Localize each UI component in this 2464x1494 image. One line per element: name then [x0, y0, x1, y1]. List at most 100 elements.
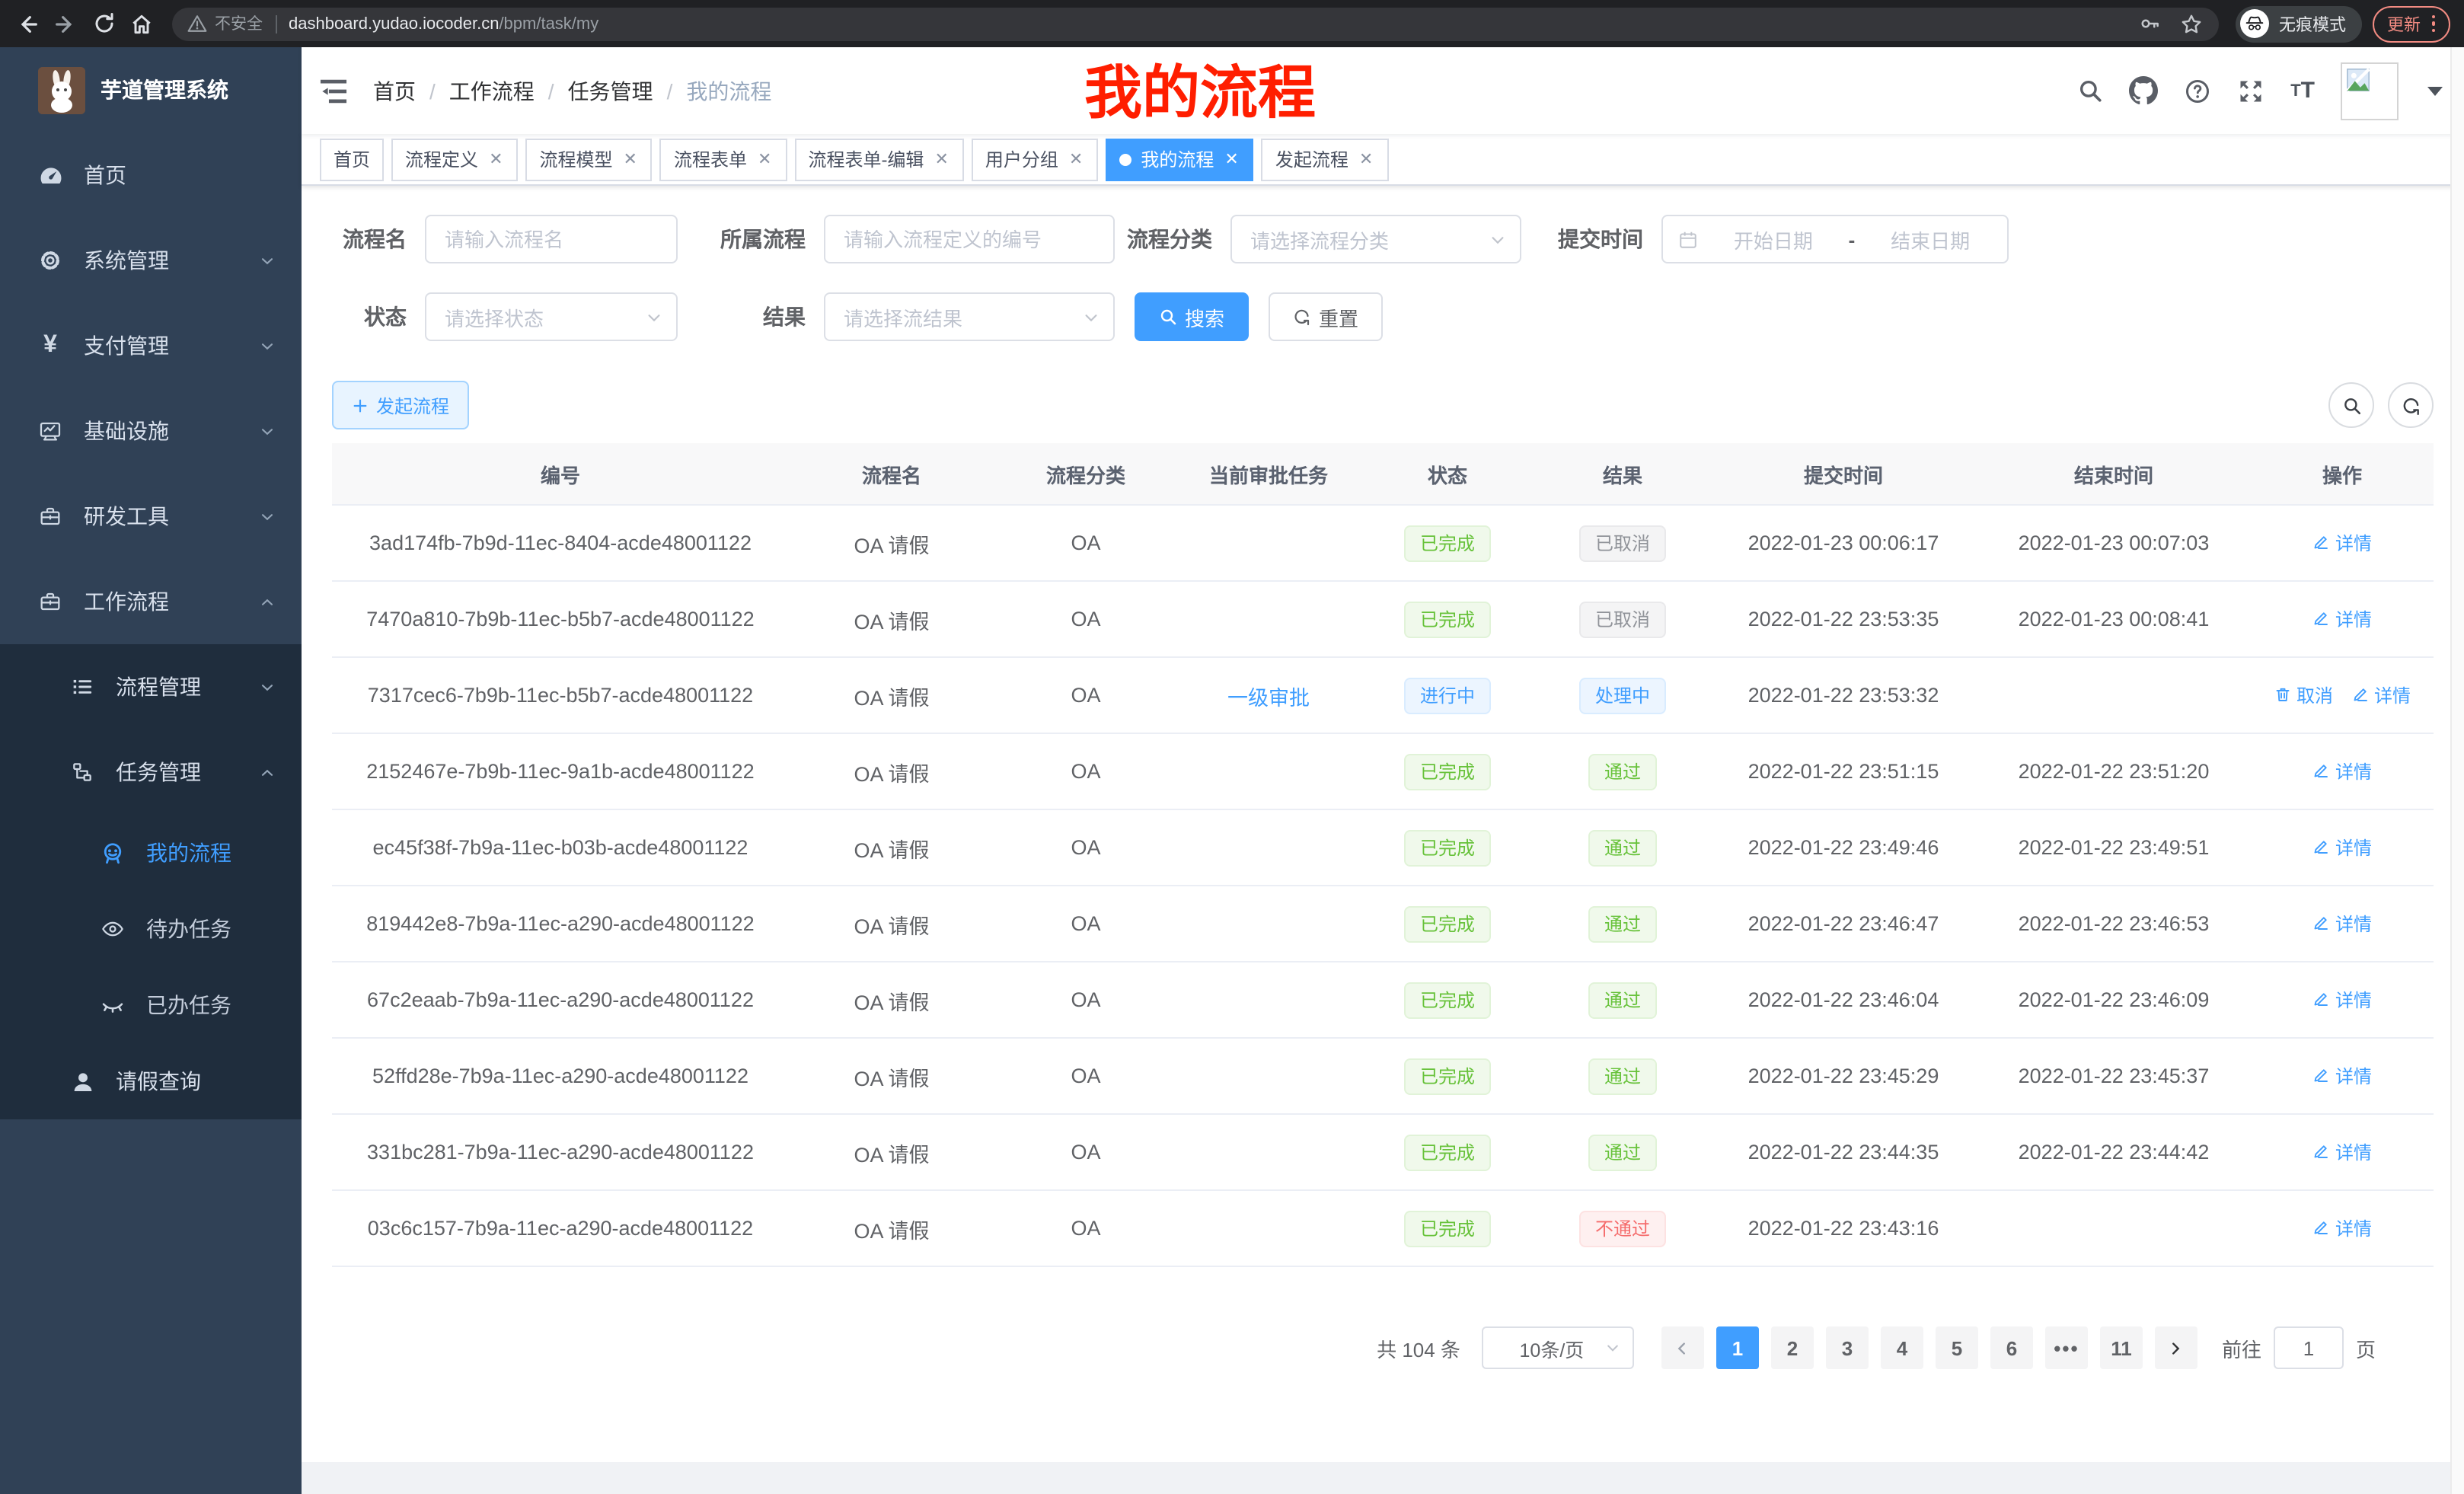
filter-status-label: 状态 [332, 302, 407, 332]
page-size-select[interactable]: 10条/页 [1482, 1326, 1634, 1369]
task-link[interactable]: 一级审批 [1227, 686, 1310, 709]
tab[interactable]: 我的流程✕ [1106, 138, 1253, 180]
start-process-button[interactable]: 发起流程 [332, 381, 469, 429]
sidebar-item[interactable]: 首页 [0, 132, 302, 218]
sidebar-item[interactable]: 系统管理 [0, 218, 302, 303]
detail-link[interactable]: 详情 [2312, 911, 2372, 937]
app-logo[interactable]: 芋道管理系统 [0, 47, 302, 132]
page-scrollbar[interactable] [2450, 47, 2464, 1494]
tab-close-icon[interactable]: ✕ [1068, 149, 1084, 169]
status-select[interactable]: 请选择状态 [425, 292, 678, 341]
tab[interactable]: 发起流程✕ [1262, 138, 1388, 180]
sidebar-item[interactable]: 流程管理 [0, 644, 302, 729]
detail-link[interactable]: 详情 [2312, 530, 2372, 556]
detail-link[interactable]: 详情 [2351, 682, 2411, 708]
detail-link[interactable]: 详情 [2312, 606, 2372, 632]
detail-link[interactable]: 详情 [2312, 758, 2372, 784]
browser-forward-icon[interactable] [52, 10, 79, 37]
page-prev-button[interactable] [1661, 1326, 1704, 1369]
sidebar-item-label: 基础设施 [84, 416, 169, 446]
tab[interactable]: 流程表单✕ [660, 138, 787, 180]
table-row: ec45f38f-7b9a-11ec-b03b-acde48001122OA 请… [332, 810, 2434, 886]
category-select[interactable]: 请选择流程分类 [1230, 215, 1521, 263]
tab-close-icon[interactable]: ✕ [756, 149, 773, 169]
tab-close-icon[interactable]: ✕ [933, 149, 950, 169]
tab[interactable]: 流程表单-编辑✕ [794, 138, 963, 180]
page-button[interactable]: 2 [1771, 1326, 1814, 1369]
tab-close-icon[interactable]: ✕ [1358, 149, 1374, 169]
cell-process-name: OA 请假 [789, 832, 994, 863]
browser-home-icon[interactable] [128, 10, 155, 37]
process-id-input[interactable] [824, 215, 1115, 263]
cell-status: 已完成 [1360, 1210, 1535, 1247]
detail-link[interactable]: 详情 [2312, 1215, 2372, 1241]
tab[interactable]: 用户分组✕ [972, 138, 1098, 180]
search-button[interactable]: 搜索 [1135, 292, 1249, 341]
update-button[interactable]: 更新 [2372, 5, 2450, 42]
browser-back-icon[interactable] [14, 10, 41, 37]
sidebar-item[interactable]: 任务管理 [0, 729, 302, 815]
tab[interactable]: 首页 [320, 138, 384, 180]
help-icon[interactable] [2184, 77, 2211, 104]
search-icon[interactable] [2077, 78, 2103, 104]
detail-link[interactable]: 详情 [2312, 835, 2372, 860]
filter-row-2: 状态 请选择状态 结果 请选择流结果 搜索 [332, 292, 2434, 341]
cell-submit-time: 2022-01-22 23:45:29 [1710, 1065, 1977, 1087]
github-icon[interactable] [2129, 76, 2158, 105]
detail-link[interactable]: 详情 [2312, 987, 2372, 1013]
submit-time-range-picker[interactable]: 开始日期 - 结束日期 [1661, 215, 2009, 263]
sidebar-item-label: 已办任务 [146, 990, 231, 1020]
process-name-input[interactable] [425, 215, 678, 263]
page-button[interactable]: 3 [1826, 1326, 1869, 1369]
breadcrumb-item[interactable]: 任务管理 [568, 75, 653, 106]
detail-link[interactable]: 详情 [2312, 1063, 2372, 1089]
sidebar-item[interactable]: 工作流程 [0, 559, 302, 644]
cell-status: 进行中 [1360, 677, 1535, 713]
tab[interactable]: 流程模型✕ [526, 138, 653, 180]
page-button[interactable]: 4 [1881, 1326, 1923, 1369]
detail-link[interactable]: 详情 [2312, 1139, 2372, 1165]
sidebar-item[interactable]: 基础设施 [0, 388, 302, 474]
page-button[interactable]: 6 [1990, 1326, 2033, 1369]
page-ellipsis[interactable]: ••• [2045, 1326, 2088, 1369]
breadcrumb-item[interactable]: 首页 [373, 75, 416, 106]
table-refresh-button[interactable] [2388, 382, 2434, 428]
cell-process-name: OA 请假 [789, 908, 994, 939]
goto-page-input[interactable] [2274, 1326, 2344, 1369]
cancel-link[interactable]: 取消 [2274, 682, 2333, 708]
browser-menu-icon[interactable] [2431, 15, 2435, 33]
avatar-caret-icon[interactable] [2427, 86, 2443, 95]
table-row: 67c2eaab-7b9a-11ec-a290-acde48001122OA 请… [332, 962, 2434, 1039]
key-icon[interactable] [2137, 12, 2160, 35]
cell-category: OA [994, 608, 1177, 630]
security-warning[interactable]: 不安全 [187, 12, 263, 35]
tab[interactable]: 流程定义✕ [391, 138, 518, 180]
sidebar-item[interactable]: 请假查询 [0, 1043, 302, 1119]
address-bar[interactable]: 不安全 dashboard.yudao.iocoder.cn/bpm/task/… [172, 7, 2218, 40]
font-size-icon[interactable]: TT [2290, 78, 2315, 104]
browser-reload-icon[interactable] [90, 10, 117, 37]
tab-close-icon[interactable]: ✕ [622, 149, 639, 169]
page-button[interactable]: 11 [2100, 1326, 2143, 1369]
fullscreen-icon[interactable] [2237, 77, 2265, 104]
bookmark-star-icon[interactable] [2178, 11, 2203, 36]
table-search-toggle-button[interactable] [2328, 382, 2374, 428]
breadcrumb-item[interactable]: 工作流程 [449, 75, 535, 106]
sidebar-item[interactable]: ¥支付管理 [0, 303, 302, 388]
avatar[interactable] [2341, 62, 2399, 120]
page-next-button[interactable] [2155, 1326, 2197, 1369]
cell-actions: 取消详情 [2251, 682, 2434, 709]
page-button[interactable]: 1 [1716, 1326, 1759, 1369]
sidebar-item[interactable]: 已办任务 [0, 967, 302, 1043]
tab-close-icon[interactable]: ✕ [1223, 149, 1240, 169]
sidebar-collapse-icon[interactable] [317, 74, 350, 107]
page-button[interactable]: 5 [1936, 1326, 1978, 1369]
cell-id: 7317cec6-7b9b-11ec-b5b7-acde48001122 [332, 684, 789, 707]
reset-button[interactable]: 重置 [1269, 292, 1383, 341]
sidebar-item[interactable]: 我的流程 [0, 815, 302, 891]
cell-status: 已完成 [1360, 1058, 1535, 1094]
sidebar-item[interactable]: 研发工具 [0, 474, 302, 559]
tab-close-icon[interactable]: ✕ [487, 149, 504, 169]
sidebar-item[interactable]: 待办任务 [0, 891, 302, 967]
result-select[interactable]: 请选择流结果 [824, 292, 1115, 341]
